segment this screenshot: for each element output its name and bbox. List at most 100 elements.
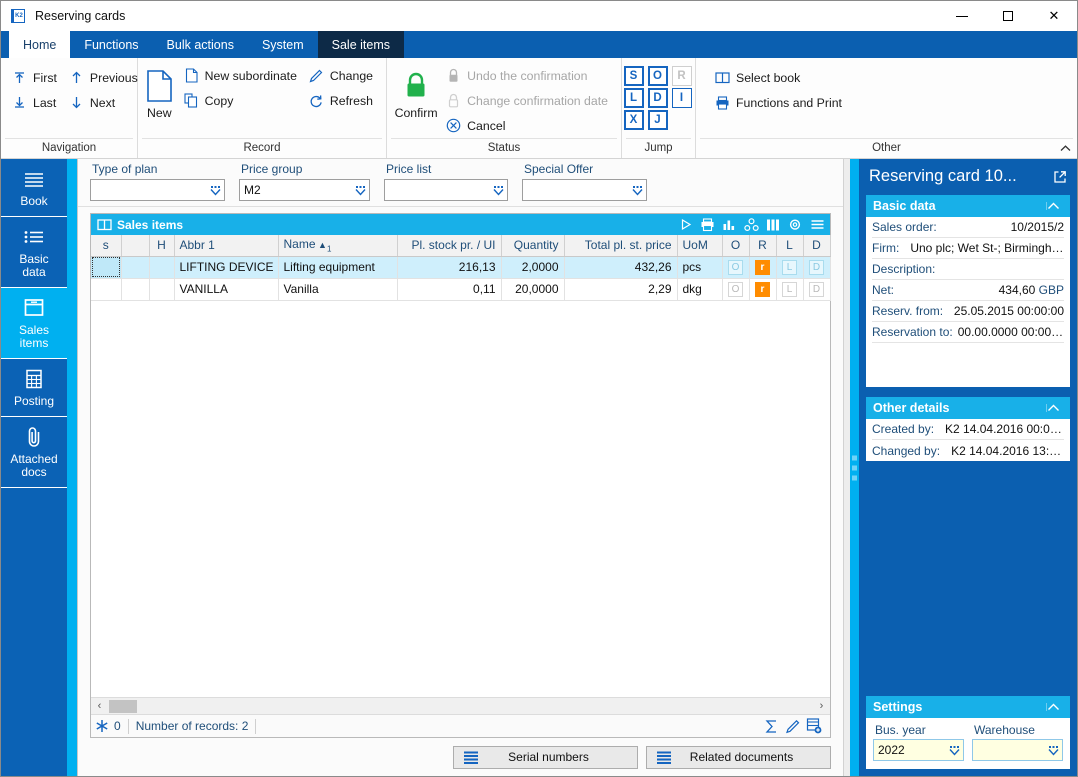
functions-and-print-button[interactable]: Functions and Print xyxy=(710,90,849,115)
new-button[interactable]: New xyxy=(144,63,175,120)
next-button[interactable]: Next xyxy=(64,90,145,115)
jump-button-d[interactable]: D xyxy=(647,88,668,108)
change-button[interactable]: Change xyxy=(304,63,380,88)
input-warehouse[interactable] xyxy=(972,739,1063,761)
add-record-icon[interactable] xyxy=(806,718,822,734)
input-type-of-plan[interactable] xyxy=(90,179,225,201)
col-name[interactable]: Name ▲1 xyxy=(278,235,398,257)
cell-s[interactable] xyxy=(91,256,122,279)
undo-confirmation-button[interactable]: Undo the confirmation xyxy=(441,63,615,88)
jump-button-r[interactable]: R xyxy=(671,66,692,86)
minimize-button[interactable] xyxy=(939,1,985,31)
table-row[interactable]: LIFTING DEVICE Lifting equipment 216,13 … xyxy=(91,256,831,279)
cell-flag-l[interactable]: L xyxy=(776,278,804,301)
change-confirmation-date-label: Change confirmation date xyxy=(467,93,608,108)
lookup-dropdown-icon[interactable] xyxy=(1044,740,1062,760)
cancel-button[interactable]: Cancel xyxy=(441,113,615,138)
printer-icon[interactable] xyxy=(697,215,717,234)
input-special-offer[interactable] xyxy=(522,179,647,201)
input-price-list[interactable] xyxy=(384,179,508,201)
col-quantity[interactable]: Quantity xyxy=(501,235,565,257)
panel-splitter[interactable] xyxy=(843,159,859,776)
col-o[interactable]: O xyxy=(722,235,750,257)
gear-icon[interactable] xyxy=(785,215,805,234)
chevron-up-icon[interactable] xyxy=(1046,703,1068,711)
lookup-dropdown-icon[interactable] xyxy=(206,180,224,200)
col-abbr1[interactable]: Abbr 1 xyxy=(174,235,279,257)
col-h[interactable]: H xyxy=(149,235,175,257)
settings-header[interactable]: Settings xyxy=(866,696,1070,718)
pencil-edit-icon[interactable] xyxy=(785,719,800,734)
sidebar-item-sales-items[interactable]: Sales items xyxy=(1,288,67,359)
copy-button[interactable]: Copy xyxy=(179,88,304,113)
tab-sale-items[interactable]: Sale items xyxy=(317,31,404,58)
cell-flag-l[interactable]: L xyxy=(776,256,804,279)
select-book-button[interactable]: Select book xyxy=(710,65,849,90)
previous-button[interactable]: Previous xyxy=(64,65,145,90)
columns-icon[interactable] xyxy=(763,215,783,234)
sidebar-item-book[interactable]: Book xyxy=(1,159,67,217)
serial-numbers-button[interactable]: Serial numbers xyxy=(453,745,638,769)
play-icon[interactable] xyxy=(675,215,695,234)
col-r[interactable]: R xyxy=(749,235,777,257)
lookup-dropdown-icon[interactable] xyxy=(945,740,963,760)
jump-button-o[interactable]: O xyxy=(647,66,668,86)
menu-icon[interactable] xyxy=(807,215,827,234)
sidebar-item-attached-docs[interactable]: Attached docs xyxy=(1,417,67,488)
jump-button-l[interactable]: L xyxy=(623,88,644,108)
cell-flag-d[interactable]: D xyxy=(803,278,831,301)
confirm-button[interactable]: Confirm xyxy=(393,63,439,120)
refresh-button[interactable]: Refresh xyxy=(304,88,380,113)
sidebar-item-basic-data[interactable]: Basic data xyxy=(1,217,67,288)
ribbon-collapse-button[interactable] xyxy=(1057,140,1073,156)
sum-sigma-icon[interactable] xyxy=(764,719,779,734)
cell-flag-o[interactable]: O xyxy=(722,256,750,279)
col-uom[interactable]: UoM xyxy=(677,235,723,257)
col-l[interactable]: L xyxy=(776,235,804,257)
new-subordinate-button[interactable]: New subordinate xyxy=(179,63,304,88)
jump-button-j[interactable]: J xyxy=(647,110,668,130)
bar-chart-icon[interactable] xyxy=(719,215,739,234)
lookup-dropdown-icon[interactable] xyxy=(489,180,507,200)
lookup-dropdown-icon[interactable] xyxy=(351,180,369,200)
chevron-up-icon[interactable] xyxy=(1046,202,1068,210)
cell-uom: pcs xyxy=(677,256,723,279)
chevron-left-icon[interactable]: ‹ xyxy=(91,700,108,712)
cell-flag-r[interactable]: r xyxy=(749,278,777,301)
external-link-icon[interactable] xyxy=(1053,170,1071,184)
tab-home[interactable]: Home xyxy=(9,31,71,58)
jump-button-x[interactable]: X xyxy=(623,110,644,130)
change-confirmation-date-button[interactable]: Change confirmation date xyxy=(441,88,615,113)
group-icon[interactable] xyxy=(741,215,761,234)
lookup-dropdown-icon[interactable] xyxy=(628,180,646,200)
chevron-right-icon[interactable]: › xyxy=(813,700,830,712)
last-button[interactable]: Last xyxy=(7,90,64,115)
col-pl-stock-price[interactable]: Pl. stock pr. / UI xyxy=(397,235,502,257)
tab-bulk-actions[interactable]: Bulk actions xyxy=(153,31,248,58)
maximize-button[interactable] xyxy=(985,1,1031,31)
input-bus-year[interactable]: 2022 xyxy=(873,739,964,761)
col-blank[interactable] xyxy=(121,235,150,257)
sidebar-item-posting[interactable]: Posting xyxy=(1,359,67,417)
scrollbar-thumb[interactable] xyxy=(109,699,137,713)
cell-flag-o[interactable]: O xyxy=(722,278,750,301)
other-details-header[interactable]: Other details xyxy=(866,397,1070,419)
cell-flag-r[interactable]: r xyxy=(749,256,777,279)
basic-data-header[interactable]: Basic data xyxy=(866,195,1070,217)
col-s[interactable]: s xyxy=(91,235,122,257)
tab-system[interactable]: System xyxy=(248,31,318,58)
col-d[interactable]: D xyxy=(803,235,831,257)
input-price-group[interactable]: M2 xyxy=(239,179,370,201)
col-total-price[interactable]: Total pl. st. price xyxy=(564,235,678,257)
jump-button-s[interactable]: S xyxy=(623,66,644,86)
table-row[interactable]: VANILLA Vanilla 0,11 20,0000 2,29 dkg O … xyxy=(91,278,831,301)
horizontal-scrollbar[interactable]: ‹ › xyxy=(91,697,830,714)
cell-flag-d[interactable]: D xyxy=(803,256,831,279)
tab-functions[interactable]: Functions xyxy=(70,31,152,58)
close-button[interactable]: ✕ xyxy=(1031,1,1077,31)
related-documents-button[interactable]: Related documents xyxy=(646,745,831,769)
first-button[interactable]: First xyxy=(7,65,64,90)
chevron-up-icon[interactable] xyxy=(1046,404,1068,412)
cell-s[interactable] xyxy=(91,278,122,301)
jump-button-i[interactable]: I xyxy=(671,88,692,108)
